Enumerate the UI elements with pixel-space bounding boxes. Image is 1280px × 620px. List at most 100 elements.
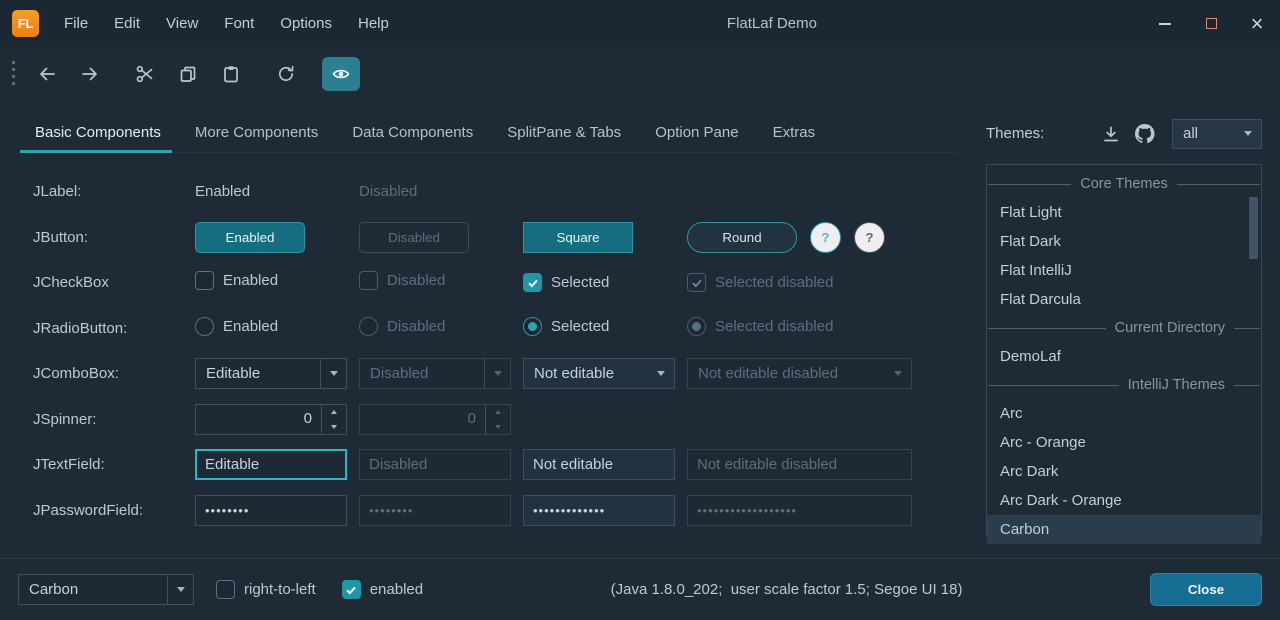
minimize-button[interactable] xyxy=(1142,0,1188,47)
chevron-down-icon xyxy=(331,425,337,429)
theme-selector-combobox[interactable]: Carbon xyxy=(18,574,194,605)
chevron-down-icon[interactable] xyxy=(648,359,674,388)
checkbox-label: Selected disabled xyxy=(715,274,833,291)
enabled-button[interactable]: Enabled xyxy=(195,222,305,253)
themes-filter-combobox[interactable]: all xyxy=(1172,119,1262,149)
cut-button[interactable] xyxy=(126,57,164,91)
checkbox-selected[interactable]: Selected xyxy=(523,273,609,292)
help-button[interactable]: ? xyxy=(810,222,841,253)
theme-item-arc-orange[interactable]: Arc - Orange xyxy=(987,428,1261,457)
checkbox-label: Selected xyxy=(551,274,609,291)
tab-extras[interactable]: Extras xyxy=(756,112,833,152)
themes-panel: Themes: all Core Themes Flat Light Flat … xyxy=(970,100,1262,558)
theme-item-flat-intellij[interactable]: Flat IntelliJ xyxy=(987,256,1261,285)
separator-label: Current Directory xyxy=(1115,320,1225,336)
eye-icon xyxy=(331,64,351,84)
chevron-down-icon[interactable] xyxy=(167,575,193,604)
tab-splitpane-tabs[interactable]: SplitPane & Tabs xyxy=(490,112,638,152)
menu-options[interactable]: Options xyxy=(267,9,345,38)
checkbox-label: Enabled xyxy=(223,272,278,289)
theme-item-carbon-selected[interactable]: Carbon xyxy=(987,515,1261,544)
close-button[interactable]: Close xyxy=(1150,573,1262,606)
menu-view[interactable]: View xyxy=(153,9,211,38)
theme-item-flat-darcula[interactable]: Flat Darcula xyxy=(987,285,1261,314)
textfield-not-editable-disabled xyxy=(687,449,912,480)
label-enabled: Enabled xyxy=(195,183,359,200)
checkbox-enabled[interactable]: Enabled xyxy=(195,271,278,290)
refresh-icon xyxy=(276,64,296,84)
help-button-disabled: ? xyxy=(854,222,885,253)
textfield-not-editable[interactable] xyxy=(523,449,675,480)
theme-item-flat-light[interactable]: Flat Light xyxy=(987,198,1261,227)
tab-basic-components[interactable]: Basic Components xyxy=(18,112,178,152)
theme-item-arc-dark-orange[interactable]: Arc Dark - Orange xyxy=(987,486,1261,515)
spinner-up-button[interactable] xyxy=(322,405,346,420)
chevron-down-icon xyxy=(484,359,510,388)
checkbox-label: Disabled xyxy=(387,272,445,289)
tab-more-components[interactable]: More Components xyxy=(178,112,335,152)
toolbar-grip-handle[interactable] xyxy=(12,61,15,87)
radio-enabled[interactable]: Enabled xyxy=(195,317,278,336)
label-disabled: Disabled xyxy=(359,183,523,200)
radio-disabled: Disabled xyxy=(359,317,445,336)
filter-value: all xyxy=(1173,125,1235,142)
radio-selected[interactable]: Selected xyxy=(523,317,609,336)
passwordfield-not-editable[interactable] xyxy=(523,495,675,526)
window-title: FlatLaf Demo xyxy=(402,15,1142,32)
combobox-value: Disabled xyxy=(360,365,484,382)
back-arrow-icon xyxy=(37,64,57,84)
show-hover-toggle-button[interactable] xyxy=(322,57,360,91)
chevron-down-icon[interactable] xyxy=(320,359,346,388)
download-icon xyxy=(1101,124,1121,144)
theme-item-arc-dark[interactable]: Arc Dark xyxy=(987,457,1261,486)
combobox-value: Editable xyxy=(196,365,320,382)
theme-item-demolaf[interactable]: DemoLaf xyxy=(987,342,1261,371)
textfield-editable[interactable] xyxy=(195,449,347,480)
forward-button[interactable] xyxy=(71,57,109,91)
textfield-disabled xyxy=(359,449,511,480)
maximize-button[interactable] xyxy=(1188,0,1234,47)
radio-icon xyxy=(195,317,214,336)
refresh-button[interactable] xyxy=(267,57,305,91)
theme-item-flat-dark[interactable]: Flat Dark xyxy=(987,227,1261,256)
checkbox-checked-icon xyxy=(687,273,706,292)
menu-edit[interactable]: Edit xyxy=(101,9,153,38)
combobox-not-editable-disabled: Not editable disabled xyxy=(687,358,912,389)
copy-button[interactable] xyxy=(169,57,207,91)
theme-item-arc[interactable]: Arc xyxy=(987,399,1261,428)
copy-icon xyxy=(178,64,198,84)
chevron-up-icon xyxy=(331,410,337,414)
combobox-editable[interactable]: Editable xyxy=(195,358,347,389)
spinner-value: 0 xyxy=(360,405,485,434)
close-window-button[interactable]: × xyxy=(1234,0,1280,47)
combobox-not-editable[interactable]: Not editable xyxy=(523,358,675,389)
menu-font[interactable]: Font xyxy=(211,9,267,38)
round-button[interactable]: Round xyxy=(687,222,797,253)
enabled-checkbox[interactable]: enabled xyxy=(342,580,423,599)
square-button[interactable]: Square xyxy=(523,222,633,253)
close-icon: × xyxy=(1251,13,1264,35)
tab-option-pane[interactable]: Option Pane xyxy=(638,112,755,152)
menu-help[interactable]: Help xyxy=(345,9,402,38)
themes-header: Themes: all xyxy=(986,112,1262,155)
spinner-enabled[interactable]: 0 xyxy=(195,404,347,435)
download-themes-button[interactable] xyxy=(1094,118,1128,150)
passwordfield-editable[interactable] xyxy=(195,495,347,526)
theme-list-scrollbar[interactable] xyxy=(1249,197,1258,259)
spinner-down-button[interactable] xyxy=(322,419,346,434)
tab-data-components[interactable]: Data Components xyxy=(335,112,490,152)
chevron-up-icon xyxy=(495,410,501,414)
back-button[interactable] xyxy=(28,57,66,91)
paste-button[interactable] xyxy=(212,57,250,91)
chevron-down-icon xyxy=(495,425,501,429)
theme-group-separator: IntelliJ Themes xyxy=(987,371,1261,399)
menu-file[interactable]: File xyxy=(51,9,101,38)
radio-label: Enabled xyxy=(223,318,278,335)
radio-selected-disabled: Selected disabled xyxy=(687,317,833,336)
spinner-down-button xyxy=(486,419,510,434)
spinner-disabled: 0 xyxy=(359,404,511,435)
right-to-left-checkbox[interactable]: right-to-left xyxy=(216,580,316,599)
paste-clipboard-icon xyxy=(221,64,241,84)
jcheckbox-row-label: JCheckBox xyxy=(33,274,195,291)
github-button[interactable] xyxy=(1128,118,1162,150)
